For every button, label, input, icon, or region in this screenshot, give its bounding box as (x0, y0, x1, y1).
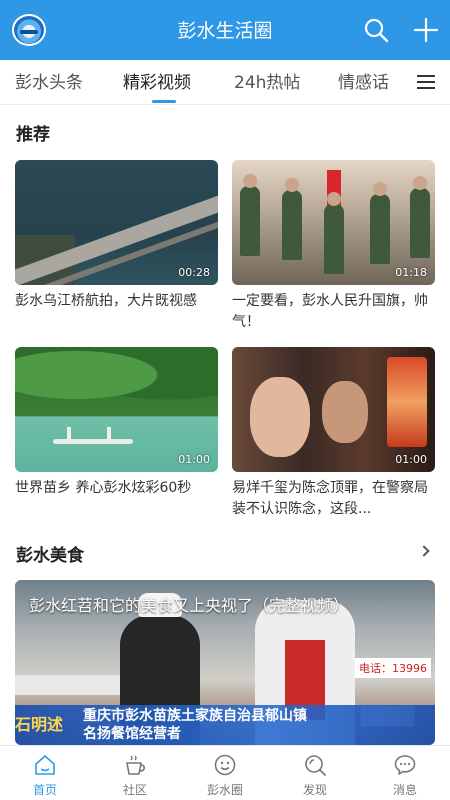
video-duration: 00:28 (178, 266, 210, 279)
video-thumbnail[interactable]: 00:28 (15, 160, 218, 285)
tab-emotion[interactable]: 情感话 (338, 68, 389, 93)
food-video-banner[interactable]: 彭水红苕和它的美食又上央视了（完整视频） 电话：13996 石明述 重庆市彭水苗… (15, 580, 435, 745)
nav-label: 发现 (302, 783, 327, 797)
video-duration: 01:00 (178, 453, 210, 466)
coffee-cup-icon (126, 755, 145, 775)
banner-caption-name: 石明述 (15, 715, 64, 734)
menu-icon[interactable] (404, 65, 450, 97)
nav-label: 消息 (392, 783, 417, 797)
smiley-icon (214, 754, 236, 776)
nav-label: 社区 (122, 783, 147, 797)
tab-headlines[interactable]: 彭水头条 (15, 68, 83, 93)
app-screen: 彭水生活圈 彭水头条 精彩视频 24h热帖 情感话 推荐 00:28 彭水乌江桥… (0, 0, 450, 800)
video-duration: 01:18 (395, 266, 427, 279)
video-title[interactable]: 彭水乌江桥航拍，大片既视感 (15, 291, 219, 312)
section-title-food: 彭水美食 (16, 546, 84, 566)
message-bubble-icon (394, 755, 416, 775)
bottom-navigation: 首页 社区 彭水圈 发现 消息 (0, 745, 450, 800)
home-icon (35, 755, 55, 775)
video-thumbnail[interactable]: 01:00 (232, 347, 435, 472)
banner-caption-text: 重庆市彭水苗族土家族自治县郁山镇 名扬餐馆经营者 (83, 708, 307, 742)
nav-discover[interactable]: 发现 (270, 746, 360, 800)
nav-community[interactable]: 社区 (90, 746, 180, 800)
banner-title: 彭水红苕和它的美食又上央视了（完整视频） (29, 596, 350, 615)
video-title[interactable]: 易烊千玺为陈念顶罪，在警察局装不认识陈念，这段... (232, 478, 436, 520)
active-tab-indicator (152, 100, 176, 103)
nav-circle[interactable]: 彭水圈 (180, 746, 270, 800)
discover-search-icon (305, 755, 326, 776)
category-tabs: 彭水头条 精彩视频 24h热帖 情感话 (0, 60, 450, 104)
banner-phone: 电话：13996 (355, 658, 431, 678)
top-bar: 彭水生活圈 (0, 0, 450, 60)
tab-24h-hot[interactable]: 24h热帖 (234, 68, 300, 93)
nav-home[interactable]: 首页 (0, 746, 90, 800)
video-title[interactable]: 一定要看，彭水人民升国旗，帅气！ (232, 291, 436, 333)
video-thumbnail[interactable]: 01:18 (232, 160, 435, 285)
divider (0, 104, 450, 105)
nav-label: 彭水圈 (206, 783, 243, 797)
nav-label: 首页 (32, 783, 57, 797)
tab-videos[interactable]: 精彩视频 (123, 68, 191, 93)
chevron-right-icon[interactable] (418, 545, 430, 557)
plus-icon[interactable] (412, 16, 440, 44)
video-thumbnail[interactable]: 01:00 (15, 347, 218, 472)
section-title-recommend: 推荐 (16, 125, 50, 145)
search-icon[interactable] (362, 16, 390, 44)
video-duration: 01:00 (395, 453, 427, 466)
video-title[interactable]: 世界苗乡 养心彭水炫彩60秒 (15, 478, 219, 499)
nav-messages[interactable]: 消息 (360, 746, 450, 800)
